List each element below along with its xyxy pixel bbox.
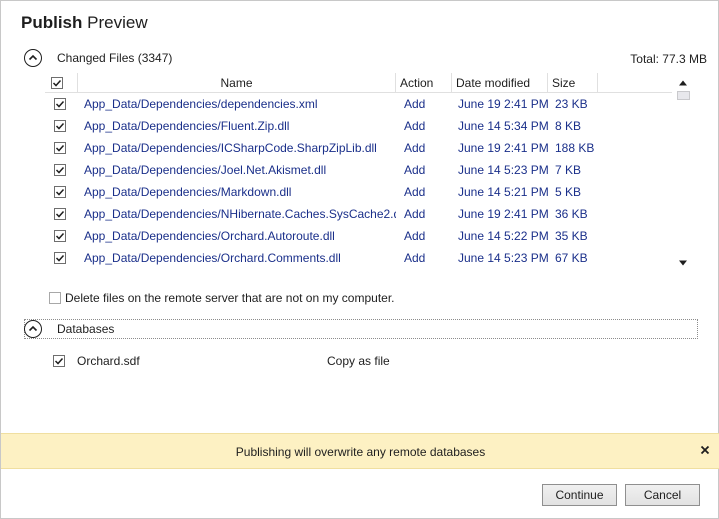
file-date: June 14 5:34 PM [458,119,549,133]
file-date: June 19 2:41 PM [458,97,549,111]
publish-dialog: Publish Preview Changed Files (3347) Tot… [0,0,719,519]
table-row[interactable]: App_Data/Dependencies/Orchard.Comments.d… [45,247,672,269]
grid-header: Name Action Date modified Size [45,73,672,93]
scroll-down-arrow-icon[interactable] [678,259,688,267]
databases-label: Databases [57,322,115,336]
file-date: June 14 5:23 PM [458,251,549,265]
file-action: Add [404,207,426,221]
file-date: June 19 2:41 PM [458,141,549,155]
file-action: Add [404,141,426,155]
checkmark-icon [55,100,65,108]
collapse-changed-files-button[interactable] [24,49,42,67]
file-action: Add [404,185,426,199]
checkmark-icon [55,166,65,174]
row-checkbox[interactable] [54,230,66,242]
dialog-title: Publish Preview [21,13,148,33]
table-row[interactable]: App_Data/Dependencies/Joel.Net.Akismet.d… [45,159,672,181]
row-checkbox[interactable] [54,186,66,198]
file-size: 35 KB [555,229,588,243]
checkmark-icon [55,210,65,218]
files-grid: Name Action Date modified Size App_Data/… [45,73,695,273]
file-name: App_Data/Dependencies/NHibernate.Caches.… [84,207,396,221]
continue-button[interactable]: Continue [542,484,617,506]
row-checkbox[interactable] [54,252,66,264]
file-name: App_Data/Dependencies/Orchard.Autoroute.… [84,229,335,243]
close-icon[interactable] [699,444,711,456]
scroll-up-arrow-icon[interactable] [678,79,688,87]
file-action: Add [404,119,426,133]
warning-text: Publishing will overwrite any remote dat… [235,445,486,459]
file-action: Add [404,229,426,243]
row-checkbox[interactable] [54,98,66,110]
file-name: App_Data/Dependencies/Orchard.Comments.d… [84,251,341,265]
file-name: App_Data/Dependencies/dependencies.xml [84,97,318,111]
title-light: Preview [87,13,148,32]
table-row[interactable]: App_Data/Dependencies/Fluent.Zip.dll Add… [45,115,672,137]
row-checkbox[interactable] [54,142,66,154]
file-name: App_Data/Dependencies/Joel.Net.Akismet.d… [84,163,327,177]
delete-remote-label[interactable]: Delete files on the remote server that a… [65,291,395,305]
collapse-databases-button[interactable] [24,320,42,338]
table-row[interactable]: App_Data/Dependencies/Markdown.dll Add J… [45,181,672,203]
database-item[interactable]: Orchard.sdf Copy as file [51,353,671,371]
checkmark-icon [55,122,65,130]
database-name: Orchard.sdf [77,354,140,368]
delete-remote-checkbox[interactable] [49,292,61,304]
database-action[interactable]: Copy as file [327,354,390,368]
file-size: 5 KB [555,185,582,199]
changed-files-label: Changed Files (3347) [57,51,173,65]
file-date: June 19 2:41 PM [458,207,549,221]
file-name: App_Data/Dependencies/Fluent.Zip.dll [84,119,290,133]
chevron-up-icon [28,54,38,61]
file-size: 23 KB [555,97,588,111]
table-row[interactable]: App_Data/Dependencies/dependencies.xml A… [45,93,672,115]
file-size: 7 KB [555,163,582,177]
warning-bar: Publishing will overwrite any remote dat… [1,433,719,469]
table-row[interactable]: App_Data/Dependencies/Orchard.Autoroute.… [45,225,672,247]
chevron-up-icon [28,325,38,332]
checkmark-icon [55,232,65,240]
scrollbar-thumb[interactable] [677,91,690,100]
row-checkbox[interactable] [54,208,66,220]
cancel-button[interactable]: Cancel [625,484,700,506]
table-row[interactable]: App_Data/Dependencies/ICSharpCode.SharpZ… [45,137,672,159]
checkmark-icon [52,79,62,87]
checkmark-icon [55,254,65,262]
row-checkbox[interactable] [54,120,66,132]
column-header-spacer [597,73,672,93]
file-rows: App_Data/Dependencies/dependencies.xml A… [45,93,672,273]
file-date: June 14 5:23 PM [458,163,549,177]
checkmark-icon [55,144,65,152]
file-size: 8 KB [555,119,582,133]
file-name: App_Data/Dependencies/Markdown.dll [84,185,292,199]
checkmark-icon [54,357,64,365]
column-header-action[interactable]: Action [395,73,451,93]
file-name: App_Data/Dependencies/ICSharpCode.SharpZ… [84,141,377,155]
file-action: Add [404,251,426,265]
file-action: Add [404,163,426,177]
select-all-checkbox[interactable] [51,77,63,89]
file-size: 188 KB [555,141,595,155]
title-bold: Publish [21,13,83,32]
file-date: June 14 5:21 PM [458,185,549,199]
column-header-date[interactable]: Date modified [451,73,547,93]
checkmark-icon [55,188,65,196]
table-row[interactable]: App_Data/Dependencies/NHibernate.Caches.… [45,203,672,225]
column-header-size[interactable]: Size [547,73,597,93]
file-action: Add [404,97,426,111]
databases-section-header[interactable] [24,319,698,339]
file-date: June 14 5:22 PM [458,229,549,243]
database-checkbox[interactable] [53,355,65,367]
files-scrollbar[interactable] [672,73,694,273]
row-checkbox[interactable] [54,164,66,176]
file-size: 67 KB [555,251,588,265]
column-header-name[interactable]: Name [77,73,395,93]
file-size: 36 KB [555,207,588,221]
total-size: Total: 77.3 MB [630,52,707,66]
